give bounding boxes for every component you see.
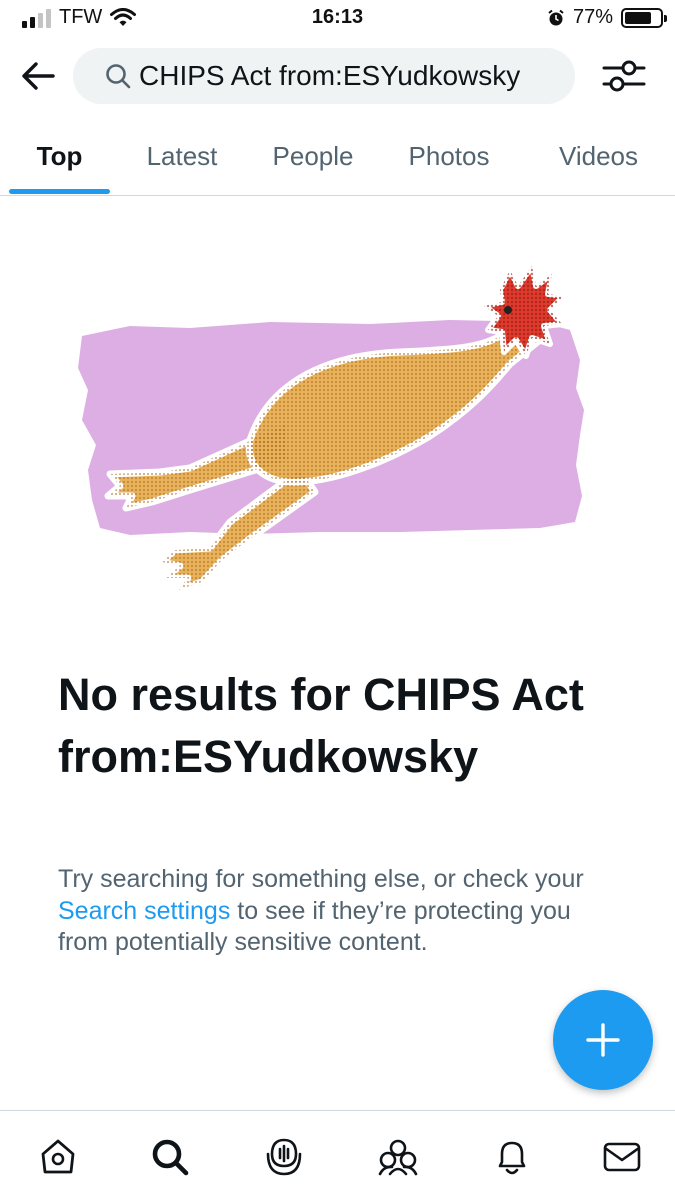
search-query: CHIPS Act from:ESYudkowsky xyxy=(139,60,521,91)
search-header: CHIPS Act from:ESYudkowsky xyxy=(0,40,675,112)
battery-icon xyxy=(621,7,667,28)
tab-latest[interactable]: Latest xyxy=(125,118,239,194)
search-settings-link[interactable]: Search settings xyxy=(58,897,230,925)
status-bar: TFW 16:13 77% xyxy=(0,0,675,38)
status-right: 77% xyxy=(547,6,667,29)
empty-state-body: Try searching for something else, or che… xyxy=(58,864,618,959)
plus-icon xyxy=(586,1023,620,1057)
compose-button[interactable] xyxy=(553,990,653,1090)
back-button[interactable] xyxy=(18,56,58,96)
battery-percentage: 77% xyxy=(572,6,613,28)
empty-body-text: Try searching for something else, or che… xyxy=(58,865,584,893)
nav-search[interactable] xyxy=(146,1133,194,1181)
nav-spaces[interactable] xyxy=(260,1133,308,1181)
filter-sliders-icon xyxy=(602,60,646,92)
battery-level xyxy=(625,11,652,24)
home-icon xyxy=(41,1139,75,1174)
tab-photos[interactable]: Photos xyxy=(390,118,508,194)
communities-icon xyxy=(378,1139,418,1176)
search-icon xyxy=(152,1139,189,1176)
search-icon xyxy=(106,64,131,89)
empty-state-title: No results for CHIPS Act from:ESYudkowsk… xyxy=(58,669,584,782)
nav-notifications[interactable] xyxy=(488,1133,536,1181)
spaces-icon xyxy=(266,1138,302,1176)
tab-top[interactable]: Top xyxy=(9,118,110,194)
tab-videos[interactable]: Videos xyxy=(540,118,657,194)
search-filter-button[interactable] xyxy=(600,54,648,98)
rubber-chicken-illustration xyxy=(78,263,584,594)
active-tab-indicator xyxy=(9,189,110,194)
nav-communities[interactable] xyxy=(374,1133,422,1181)
bottom-navigation xyxy=(0,1110,675,1200)
notifications-icon xyxy=(498,1141,526,1175)
search-tabs: Top Latest People Photos Videos xyxy=(0,118,675,196)
chicken-eye xyxy=(504,306,512,314)
nav-home[interactable] xyxy=(34,1133,82,1181)
alarm-icon xyxy=(548,9,564,25)
nav-messages[interactable] xyxy=(598,1133,646,1181)
messages-icon xyxy=(603,1142,641,1172)
search-input[interactable]: CHIPS Act from:ESYudkowsky xyxy=(73,48,575,104)
tab-people[interactable]: People xyxy=(255,118,371,194)
back-arrow-icon xyxy=(22,62,55,90)
